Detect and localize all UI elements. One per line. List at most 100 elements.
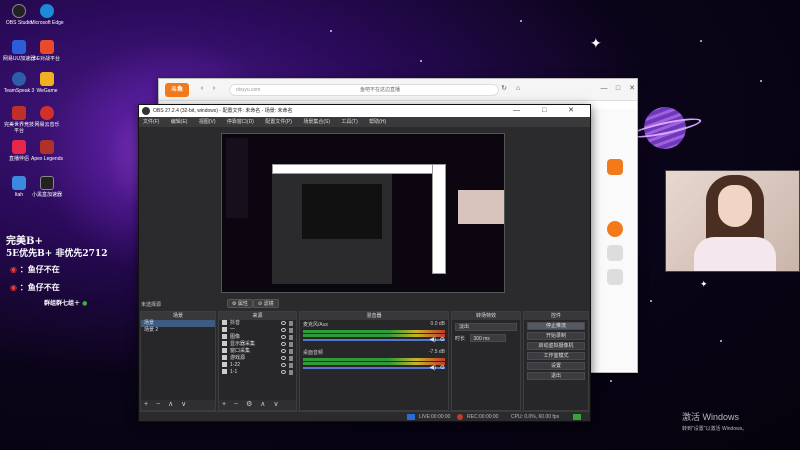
group-text: 群组群七组＋ ● [44, 300, 88, 307]
source-item[interactable]: 显示器采集 [219, 341, 296, 348]
window-icon [222, 348, 227, 354]
filters-button[interactable]: ⊘ 滤镜 [253, 299, 279, 308]
rec-label: REC: [467, 414, 479, 420]
obs-status-bar: LIVE: 00:00:00 REC: 00:00:00 CPU: 0.0%, … [139, 411, 590, 421]
desktop-icon-5e[interactable]: 5E对战平台 [30, 40, 64, 62]
lock-icon[interactable] [289, 321, 293, 326]
source-item[interactable]: 一 [219, 327, 296, 334]
gear-icon[interactable]: ⚙ [440, 364, 445, 371]
maximize-icon[interactable]: □ [613, 84, 623, 94]
eye-icon[interactable] [281, 328, 286, 332]
desktop-icon-apex[interactable]: Apex Legends [30, 140, 64, 162]
eye-icon[interactable] [281, 335, 286, 339]
douyu-logo: 斗鱼 [165, 83, 189, 97]
stop-streaming-button[interactable]: 停止推流 [527, 322, 585, 330]
menu-scene-collection[interactable]: 场景集合(S) [303, 119, 330, 125]
menu-profile[interactable]: 配置文件(P) [265, 119, 292, 125]
eye-icon[interactable] [281, 321, 286, 325]
source-item[interactable]: 图像 [219, 334, 296, 341]
eye-icon[interactable] [281, 363, 286, 367]
scenes-toolbar[interactable]: + − ∧ ∨ [141, 400, 215, 410]
source-item[interactable]: 1-1 [219, 369, 296, 376]
settings-side-icon[interactable] [607, 269, 623, 285]
start-virtual-camera-button[interactable]: 启动虚拟摄像机 [527, 342, 585, 350]
recursive-browser [272, 164, 442, 174]
home-icon[interactable]: ⌂ [513, 84, 523, 94]
lock-icon[interactable] [289, 349, 293, 354]
source-item[interactable]: 游戏源 [219, 355, 296, 362]
source-item[interactable]: 抖音 [219, 320, 296, 327]
menu-tools[interactable]: 工具(T) [341, 119, 357, 125]
eye-icon[interactable] [281, 356, 286, 360]
desktop-icon-xiaoheihe[interactable]: 小黑盒加速器 [30, 176, 64, 198]
preview-canvas[interactable] [221, 133, 505, 293]
lock-icon[interactable] [289, 356, 293, 361]
transitions-dock: 转场特效 淡出 时长 300 ms [451, 311, 521, 411]
wegame-icon [40, 72, 54, 86]
lock-icon[interactable] [289, 370, 293, 375]
webcam-overlay [665, 170, 800, 272]
image-icon [222, 334, 227, 340]
menu-edit[interactable]: 编辑(E) [171, 119, 188, 125]
eye-icon[interactable] [281, 342, 286, 346]
desktop-icon-netease-music[interactable]: 网易云音乐 [30, 106, 64, 128]
netease-music-icon [40, 106, 54, 120]
orange-app-icon[interactable] [607, 159, 623, 175]
start-recording-button[interactable]: 开始录制 [527, 332, 585, 340]
apex-legends-icon [40, 140, 54, 154]
desktop-icon-edge[interactable]: Microsoft Edge [30, 4, 64, 26]
lock-icon[interactable] [289, 363, 293, 368]
speaker-icon[interactable]: ◀) [429, 364, 436, 371]
xiaoheihe-icon [40, 176, 54, 190]
image-icon [222, 369, 227, 375]
browser-sidebar [589, 109, 637, 371]
window-controls[interactable]: — □ ✕ [513, 105, 584, 117]
cpu-fps: CPU: 0.0%, 60.00 fps [511, 414, 560, 420]
scene-item[interactable]: 场景 [141, 320, 215, 327]
scenes-dock: 场景 场景 场景 2 + − ∧ ∨ [140, 311, 216, 411]
menu-file[interactable]: 文件(F) [143, 119, 159, 125]
play-icon[interactable] [607, 221, 623, 237]
menu-view[interactable]: 视图(V) [199, 119, 216, 125]
volume-slider[interactable] [303, 339, 445, 341]
uu-accelerator-icon [12, 40, 26, 54]
monitor-icon [222, 341, 227, 347]
forward-icon[interactable]: › [209, 84, 219, 94]
transition-type-select[interactable]: 淡出 [455, 323, 517, 331]
source-item[interactable]: 窗口采集 [219, 348, 296, 355]
eye-icon[interactable] [281, 370, 286, 374]
rec-time: 00:00:00 [479, 414, 499, 420]
studio-mode-button[interactable]: 工作室模式 [527, 352, 585, 360]
lock-icon[interactable] [289, 335, 293, 340]
speaker-icon[interactable]: ◀) [429, 336, 436, 343]
lock-icon[interactable] [289, 342, 293, 347]
record-icon [457, 414, 463, 420]
obs-window[interactable]: OBS 27.2.4 (32-bit, windows) - 配置文件: 未命名… [138, 104, 591, 422]
minimize-icon[interactable]: — [599, 84, 609, 94]
eye-icon[interactable] [281, 349, 286, 353]
close-icon[interactable]: ✕ [627, 84, 637, 94]
duration-input[interactable]: 300 ms [470, 334, 507, 342]
desktop-icon-wegame[interactable]: WeGame [30, 72, 64, 94]
menu-help[interactable]: 帮助(H) [369, 119, 386, 125]
rank-text-2: 5E优先B+ 非优先2712 [6, 249, 108, 259]
back-icon[interactable]: ‹ [197, 84, 207, 94]
properties-button[interactable]: ⚙ 属性 [227, 299, 253, 308]
transitions-header: 转场特效 [452, 312, 520, 320]
weibo-icon: ◉ [10, 264, 17, 274]
sparkle-icon: ✦ [700, 280, 708, 290]
recursive-browser-strip [432, 164, 446, 274]
sources-header: 来源 [219, 312, 296, 320]
address-bar[interactable]: douyu.com 鱼吧不在这边直播 [229, 84, 499, 96]
sources-toolbar[interactable]: + − ⚙ ∧ ∨ [219, 400, 296, 410]
lock-icon[interactable] [289, 328, 293, 333]
menu-docks[interactable]: 停靠窗口(D) [227, 119, 254, 125]
scene-item[interactable]: 场景 2 [141, 327, 215, 334]
source-item[interactable]: 1-22 [219, 362, 296, 369]
exit-button[interactable]: 退出 [527, 372, 585, 380]
gear-icon[interactable]: ⚙ [440, 336, 445, 343]
refresh-icon[interactable]: ↻ [499, 84, 509, 94]
volume-slider[interactable] [303, 367, 445, 369]
settings-button[interactable]: 设置 [527, 362, 585, 370]
home-side-icon[interactable] [607, 245, 623, 261]
